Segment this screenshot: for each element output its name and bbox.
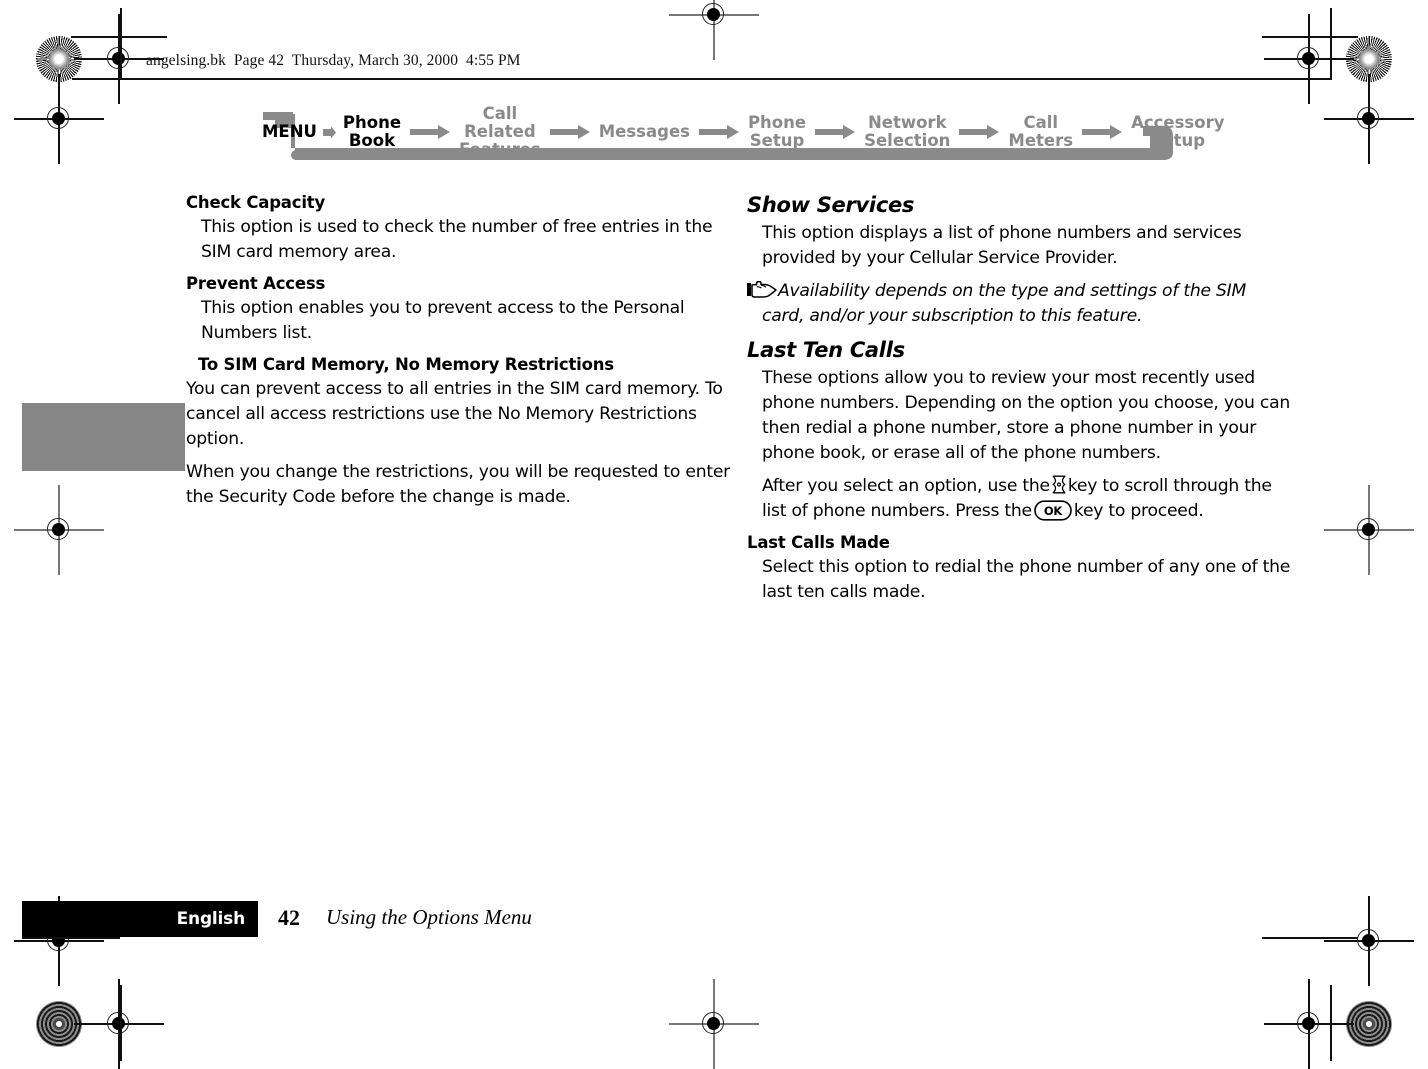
- registration-mark-bottom-right: [1264, 979, 1354, 1069]
- nav-item-accessory-setup[interactable]: Accessory Setup: [1128, 114, 1227, 150]
- nav-item-phone-setup[interactable]: Phone Setup: [745, 114, 809, 150]
- trim-line-bottom-right-vertical: [1330, 985, 1332, 1061]
- file-header-text: angelsing.bk Page 42 Thursday, March 30,…: [146, 52, 521, 69]
- registration-mark-top-center: [669, 0, 759, 60]
- footer-section-title: Using the Options Menu: [326, 905, 532, 929]
- paragraph-sim-memory-restrictions: You can prevent access to all entries in…: [186, 379, 723, 449]
- paragraph-keys-part1: After you select an option, use the: [762, 476, 1050, 496]
- heading-last-ten-calls: Last Ten Calls: [747, 338, 905, 362]
- trim-line-top-left-horizontal: [71, 36, 167, 38]
- trim-line-bottom-right-horizontal: [1262, 937, 1358, 939]
- registration-mark-top-right-lower: [1324, 74, 1414, 164]
- paragraph-keys-part3: key to proceed.: [1073, 501, 1204, 521]
- paragraph-prevent-access: This option enables you to prevent acces…: [201, 298, 685, 343]
- scroll-key-icon: [1052, 475, 1066, 494]
- pointing-hand-icon: [747, 281, 777, 298]
- right-text-column: Show Services This option displays a lis…: [747, 192, 1292, 613]
- margin-thumb-tab: [22, 403, 185, 471]
- paragraph-last-ten-calls-keys: After you select an option, use the key …: [747, 474, 1292, 524]
- trim-line-bottom-left-vertical: [120, 985, 122, 1061]
- right-arrow-icon: [322, 126, 336, 138]
- registration-mark-bottom-center: [669, 979, 759, 1069]
- trim-line-top-left-vertical: [120, 8, 122, 80]
- note-show-services: Availability depends on the type and set…: [747, 279, 1292, 329]
- footer-language-label: English: [176, 909, 246, 929]
- breadcrumb-nav: MENU Phone Book Call Related Features Me…: [245, 105, 1224, 176]
- right-arrow-icon: [815, 125, 856, 139]
- heading-prevent-access: Prevent Access: [186, 274, 326, 293]
- right-arrow-icon: [698, 125, 739, 139]
- ok-key-icon: OK: [1034, 500, 1072, 521]
- trim-line-bottom-left-horizontal: [22, 937, 120, 939]
- registration-mark-left-middle: [14, 485, 104, 575]
- nav-item-network-selection[interactable]: Network Selection: [861, 114, 953, 150]
- registration-mark-top-right: [1264, 14, 1354, 104]
- nav-item-call-related-features[interactable]: Call Related Features: [456, 105, 544, 159]
- registration-mark-right-middle: [1324, 485, 1414, 575]
- right-arrow-icon: [410, 125, 451, 139]
- registration-mark-bottom-right-upper: [1324, 896, 1414, 986]
- paragraph-check-capacity: This option is used to check the number …: [201, 217, 713, 262]
- paragraph-last-ten-calls-intro: These options allow you to review your m…: [762, 368, 1290, 463]
- trim-line-top-right-horizontal: [1262, 36, 1358, 38]
- note-show-services-text: Availability depends on the type and set…: [762, 281, 1247, 326]
- header-divider-rule: [72, 78, 1330, 80]
- nav-item-menu[interactable]: MENU: [259, 123, 320, 141]
- registration-mark-top-left: [74, 14, 164, 104]
- nav-items-row: MENU Phone Book Call Related Features Me…: [259, 105, 1227, 159]
- trim-line-top-right-vertical: [1330, 8, 1332, 80]
- right-arrow-icon: [1082, 125, 1123, 139]
- registration-mark-top-left-lower: [14, 74, 104, 164]
- heading-check-capacity: Check Capacity: [186, 193, 326, 212]
- right-arrow-icon: [959, 125, 1000, 139]
- paragraph-last-calls-made: Select this option to redial the phone n…: [762, 557, 1291, 602]
- svg-text:OK: OK: [1044, 504, 1064, 518]
- heading-to-sim-card-memory: To SIM Card Memory, No Memory Restrictio…: [198, 355, 614, 374]
- paragraph-show-services: This option displays a list of phone num…: [762, 223, 1242, 268]
- registration-mark-bottom-left: [74, 979, 164, 1069]
- footer-page-number: 42: [278, 905, 300, 930]
- left-text-column: Check Capacity This option is used to ch…: [186, 192, 731, 518]
- footer-language-bar: English: [22, 901, 258, 937]
- nav-item-call-meters[interactable]: Call Meters: [1005, 114, 1076, 150]
- right-arrow-icon: [549, 125, 590, 139]
- nav-item-messages[interactable]: Messages: [596, 123, 693, 141]
- paragraph-security-code: When you change the restrictions, you wi…: [186, 462, 730, 507]
- heading-last-calls-made: Last Calls Made: [747, 533, 890, 552]
- heading-show-services: Show Services: [747, 193, 915, 217]
- nav-item-phone-book[interactable]: Phone Book: [340, 114, 404, 150]
